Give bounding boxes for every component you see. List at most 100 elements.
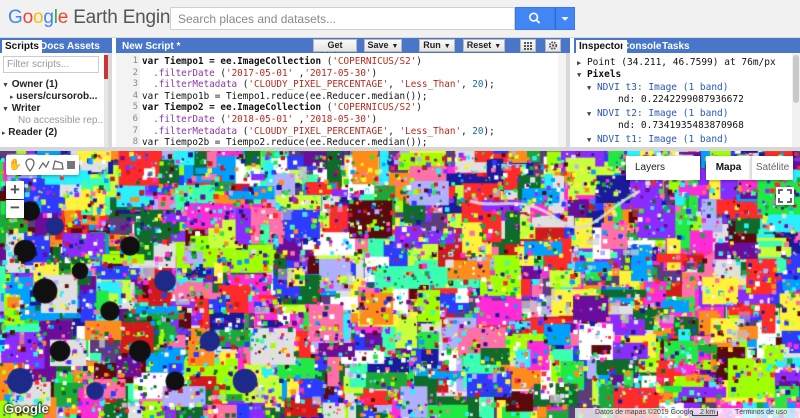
tree-writer[interactable]: ▼ Writer — [2, 103, 40, 114]
earth-engine-logo[interactable]: Google Earth Engine — [8, 7, 181, 29]
tree-owner-label: Owner — [11, 79, 43, 90]
code-line[interactable]: .filterMetadata ('CLOUDY_PIXEL_PERCENTAG… — [142, 79, 495, 90]
google-watermark: Google — [4, 401, 49, 416]
scale-bar — [692, 411, 718, 416]
code-line[interactable]: var Tiempo1 = ee.ImageCollection ('COPER… — [142, 56, 422, 67]
terms-link[interactable]: Términos de uso — [735, 408, 787, 418]
inspector-layer-ndvi-t2[interactable]: ▼ NDVI t2: Image (1 band) — [587, 108, 729, 119]
search-options-button[interactable] — [555, 7, 575, 30]
search-icon — [528, 12, 541, 24]
expand-triangle-icon: ▼ — [587, 110, 592, 118]
tree-owner[interactable]: ▼ Owner (1) — [2, 79, 58, 90]
get-link-button[interactable]: Get Link▼ — [313, 39, 357, 61]
reset-button[interactable]: Reset ▼ — [463, 39, 505, 52]
inspector-panel: ▶ Point (34.211, 46.7599) at 76m/px ▼ Pi… — [574, 53, 800, 147]
chevron-down-icon: ▼ — [391, 43, 399, 50]
tab-console[interactable]: Console — [622, 40, 661, 53]
logo-product-name: Earth Engine — [68, 7, 181, 28]
inspector-point: Point (34.211, 46.7599) at 76m/px — [586, 57, 776, 68]
save-button[interactable]: Save ▼ — [364, 39, 402, 52]
inspector-pixels-row[interactable]: ▼ Pixels — [577, 69, 621, 80]
zoom-in-button[interactable]: + — [6, 181, 24, 199]
expand-triangle-icon: ▼ — [587, 136, 592, 144]
inspector-layer-ndvi-t3[interactable]: ▼ NDVI t3: Image (1 band) — [587, 82, 729, 93]
editor-toolbar: New Script * Get Link▼ Save▼ Run▼ Reset▼ — [116, 38, 570, 61]
tree-repo-label: users/cursorob... — [16, 91, 98, 102]
editor-script-title[interactable]: New Script * — [122, 40, 180, 53]
fullscreen-button[interactable] — [776, 187, 794, 205]
fullscreen-icon — [778, 189, 792, 203]
code-editor[interactable]: 12345678 var Tiempo1 = ee.ImageCollectio… — [116, 53, 570, 147]
code-line[interactable]: var Tiempo2b = Tiempo2.reduce(ee.Reducer… — [142, 137, 427, 147]
tree-reader-label: Reader — [8, 127, 43, 138]
code-line[interactable]: var Tiempo1b = Tiempo1.reduce(ee.Reducer… — [142, 91, 427, 102]
inspector-scrollbar-thumb[interactable] — [793, 55, 799, 103]
tree-repo-users[interactable]: ▸ users/cursorob... — [10, 91, 97, 102]
attribution-text[interactable]: Datos de mapas ©2019 Google — [595, 408, 693, 418]
line-number-gutter: 12345678 — [116, 53, 140, 147]
run-button[interactable]: Run ▼ — [419, 39, 455, 52]
expand-triangle-icon: ▼ — [587, 84, 592, 92]
reset-label: Reset — [466, 40, 492, 50]
map-type-map-button[interactable]: Mapa — [706, 156, 751, 180]
grid-icon — [524, 42, 532, 50]
inspector-pixels: Pixels — [586, 69, 622, 80]
map-attribution: Datos de mapas ©2019 Google 2 km Término… — [575, 408, 800, 418]
scripts-panel: ▼ Owner (1) ▸ users/cursorob... ▼ Writer… — [0, 53, 112, 147]
tab-tasks[interactable]: Tasks — [662, 40, 690, 53]
collapse-triangle-icon: ▸ — [10, 94, 14, 101]
point-marker-icon[interactable] — [23, 157, 37, 173]
tree-no-repos: No accessible rep... — [18, 115, 106, 126]
line-draw-icon[interactable] — [37, 157, 51, 173]
polygon-draw-icon[interactable] — [51, 157, 65, 173]
map-type-satellite-button[interactable]: Satélite — [751, 156, 793, 180]
search-button[interactable] — [515, 7, 555, 30]
expand-triangle-icon: ▼ — [2, 106, 9, 113]
layers-button[interactable]: Layers — [626, 156, 700, 180]
layer-title: NDVI t1: Image (1 band) — [596, 134, 729, 145]
code-line[interactable]: .filterDate ('2017-05-01' ,'2017-05-30') — [142, 68, 377, 79]
layer-title: NDVI t3: Image (1 band) — [596, 82, 729, 93]
settings-button[interactable] — [545, 39, 561, 52]
drawing-tools: ✋ — [6, 155, 79, 175]
line-number: 6 — [132, 114, 138, 124]
left-panel-tabs: Scripts Docs Assets — [0, 38, 112, 53]
inspector-value: nd: 0.7341935483870968 — [618, 120, 744, 131]
expand-triangle-icon: ▼ — [2, 82, 9, 89]
inspector-point-row[interactable]: ▶ Point (34.211, 46.7599) at 76m/px — [577, 57, 776, 68]
tab-assets[interactable]: Assets — [67, 40, 100, 53]
line-number: 2 — [132, 67, 138, 78]
search-input[interactable] — [170, 7, 515, 30]
chevron-down-icon — [561, 17, 569, 21]
line-number: 4 — [132, 90, 138, 101]
tab-docs[interactable]: Docs — [40, 40, 64, 53]
line-number: 3 — [132, 79, 138, 90]
tab-scripts[interactable]: Scripts — [2, 40, 42, 53]
ndvi-composite-imagery[interactable] — [0, 151, 800, 418]
gear-icon — [548, 41, 558, 50]
logo-google-word: Google — [8, 7, 69, 28]
pan-hand-icon[interactable]: ✋ — [8, 157, 22, 173]
code-line[interactable]: var Tiempo2 = ee.ImageCollection ('COPER… — [142, 102, 422, 113]
inspector-scrollbar[interactable] — [792, 53, 800, 147]
rectangle-draw-icon[interactable] — [64, 157, 78, 173]
tree-reader-count: (2) — [44, 127, 58, 138]
line-number: 7 — [132, 125, 138, 136]
code-line[interactable]: .filterDate ('2018-05-01' ,'2018-05-30') — [142, 114, 377, 125]
inspector-value: nd: 0.2242299087936672 — [618, 94, 744, 105]
code-line[interactable]: .filterMetadata ('CLOUDY_PIXEL_PERCENTAG… — [142, 126, 495, 137]
tree-reader[interactable]: ▸ Reader (2) — [2, 127, 57, 138]
collapse-triangle-icon: ▶ — [577, 59, 582, 67]
collapse-triangle-icon: ▸ — [2, 130, 6, 137]
tree-writer-label: Writer — [11, 103, 41, 114]
apps-button[interactable] — [520, 39, 536, 52]
tab-inspector[interactable]: Inspector — [576, 40, 628, 53]
filter-scripts-input[interactable] — [3, 56, 99, 73]
scripts-scrollbar-thumb[interactable] — [104, 55, 108, 79]
run-label: Run — [423, 40, 441, 50]
inspector-layer-ndvi-t1[interactable]: ▼ NDVI t1: Image (1 band) — [587, 134, 729, 145]
zoom-out-button[interactable]: − — [6, 199, 24, 218]
editor-scrollbar[interactable] — [558, 53, 566, 147]
map-view[interactable]: ✋ + − Layers Mapa Satélite Google Datos … — [0, 151, 800, 418]
scripts-scrollbar[interactable] — [104, 53, 108, 147]
